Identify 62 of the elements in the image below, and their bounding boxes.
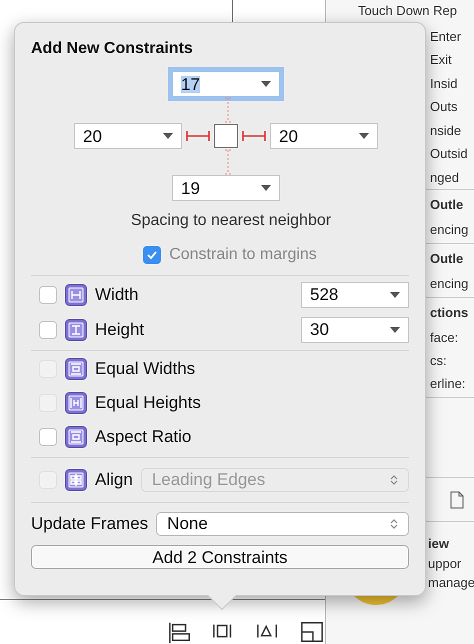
right-spacing-field[interactable]: 20	[270, 123, 378, 149]
property-label: encing	[430, 274, 470, 293]
resize-toolbar-icon[interactable]	[300, 620, 324, 644]
checkmark-icon	[146, 249, 158, 261]
property-label: face:	[430, 328, 460, 347]
margins-checkbox[interactable]	[143, 246, 162, 264]
strut-icon	[186, 130, 210, 142]
size-field[interactable]: 30	[301, 316, 409, 342]
event-label: Enter	[430, 28, 462, 46]
update-frames-label: Update Frames	[31, 513, 148, 536]
checkbox[interactable]	[39, 286, 57, 304]
section-title: ctions	[430, 304, 470, 322]
property-label: encing	[430, 220, 470, 239]
checkbox[interactable]	[39, 320, 57, 338]
margins-label: Constrain to margins	[169, 245, 317, 265]
align-toolbar-icon[interactable]	[168, 620, 192, 644]
view-square-icon	[214, 124, 238, 148]
event-label: nged	[430, 168, 459, 187]
event-label: nside	[430, 122, 462, 140]
checkbox[interactable]	[39, 428, 57, 446]
library-title: iew	[428, 535, 450, 553]
file-icon[interactable]	[450, 490, 464, 508]
caret-icon	[163, 133, 173, 139]
bottom-spacing-field[interactable]: 19	[172, 175, 280, 201]
constraint-label: Width	[95, 284, 140, 306]
property-label: erline:	[430, 374, 466, 393]
aspect-ratio-icon	[65, 426, 87, 448]
caret-icon	[261, 81, 271, 87]
add-constraints-button[interactable]: Add 2 Constraints	[31, 545, 409, 569]
caret-icon	[359, 133, 369, 139]
constraint-label: Equal Heights	[95, 392, 201, 414]
constraint-label: Height	[95, 318, 146, 341]
event-label: Touch Down Rep	[358, 2, 457, 20]
library-description: uppor	[428, 554, 462, 573]
constraint-label: Align	[95, 469, 133, 492]
equal-heights-icon	[65, 392, 87, 414]
event-label: Insid	[430, 74, 458, 92]
strut-icon	[242, 130, 266, 142]
event-label: Outsid	[430, 145, 468, 163]
width-icon	[65, 284, 87, 306]
popover-title: Add New Constraints	[31, 39, 194, 59]
event-label: Exit	[430, 51, 452, 69]
update-frames-popup[interactable]: None	[156, 512, 409, 536]
height-icon	[65, 318, 87, 340]
section-title: Outle	[430, 196, 464, 214]
updown-icon	[390, 518, 398, 530]
property-label: cs:	[430, 352, 448, 370]
equal-widths-icon	[65, 358, 87, 380]
size-field[interactable]: 528	[301, 282, 409, 308]
caret-icon	[261, 185, 271, 191]
dashed-strut-icon	[224, 97, 232, 123]
constraint-label: Equal Widths	[95, 358, 196, 380]
caret-icon	[390, 292, 400, 298]
caret-icon	[390, 326, 400, 332]
left-spacing-field[interactable]: 20	[74, 123, 182, 149]
constraint-label: Aspect Ratio	[95, 426, 192, 448]
section-title: Outle	[430, 250, 464, 268]
dashed-strut-icon	[224, 149, 232, 175]
align-icon	[65, 469, 87, 491]
event-label: Outs	[430, 98, 458, 116]
spacing-caption: Spacing to nearest neighbor	[130, 211, 332, 231]
updown-icon	[390, 474, 398, 486]
